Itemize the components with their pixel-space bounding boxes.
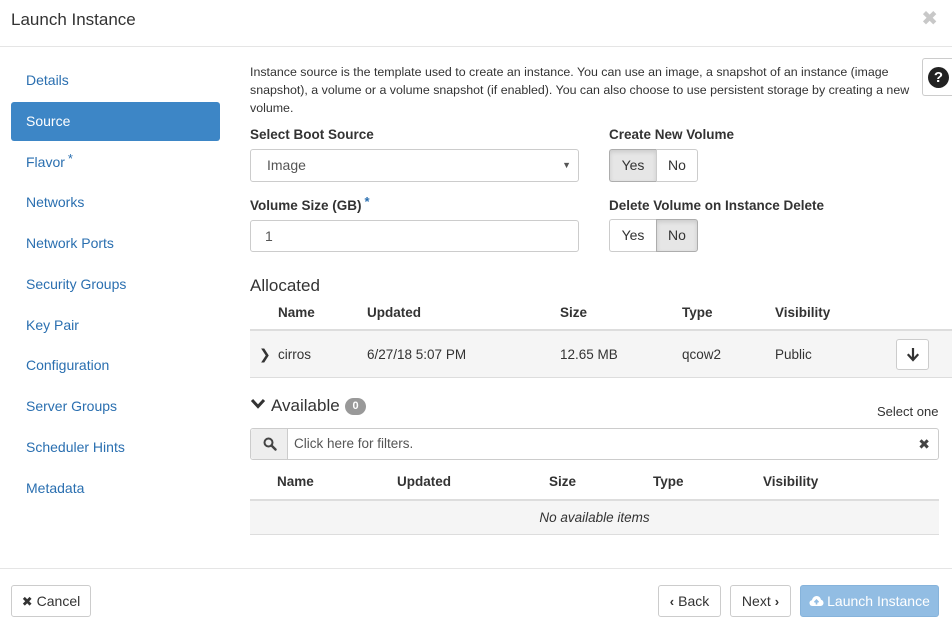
next-button[interactable]: Next ›: [730, 585, 791, 617]
allocated-col-name: Name: [278, 305, 315, 320]
caret-down-icon: ▼: [562, 160, 571, 170]
create-volume-no-button[interactable]: No: [656, 149, 698, 182]
allocated-title: Allocated: [250, 276, 320, 295]
create-volume-yes-button[interactable]: Yes: [609, 149, 656, 182]
nav-item-networks[interactable]: Networks: [11, 183, 220, 222]
footer-divider: [0, 568, 952, 569]
nav-item-network-ports[interactable]: Network Ports: [11, 224, 220, 263]
volume-size-label: Volume Size (GB) *: [250, 194, 370, 213]
available-title[interactable]: Available: [271, 396, 340, 416]
allocated-name: cirros: [278, 347, 311, 362]
help-button[interactable]: ?: [922, 58, 952, 96]
chevron-right-icon: ›: [774, 594, 780, 609]
wizard-nav: Details Source Flavor * Networks Network …: [11, 61, 220, 509]
modal-title: Launch Instance: [11, 10, 136, 29]
available-col-updated: Updated: [397, 474, 451, 489]
search-icon: [263, 437, 277, 451]
intro-text: Instance source is the template used to …: [250, 65, 910, 115]
chevron-down-icon[interactable]: [250, 397, 266, 415]
delete-volume-no-button[interactable]: No: [656, 219, 698, 252]
available-col-type: Type: [653, 474, 684, 489]
allocated-size: 12.65 MB: [560, 347, 618, 362]
delete-volume-label: Delete Volume on Instance Delete: [609, 198, 825, 213]
allocated-type: qcow2: [682, 347, 722, 362]
question-icon: ?: [928, 67, 949, 88]
allocated-visibility: Public: [775, 347, 812, 362]
nav-item-security-groups[interactable]: Security Groups: [11, 265, 220, 304]
cancel-button[interactable]: ✖ Cancel: [11, 585, 91, 617]
available-col-name: Name: [277, 474, 314, 489]
available-col-size: Size: [549, 474, 577, 489]
filter-input[interactable]: Click here for filters.: [294, 429, 413, 459]
allocated-col-type: Type: [682, 305, 713, 320]
arrow-down-svg: [906, 347, 919, 362]
volume-size-input[interactable]: 1: [250, 220, 579, 252]
allocated-col-updated: Updated: [367, 305, 421, 320]
modal-header: Launch Instance ✖: [0, 0, 952, 47]
create-volume-toggle: Yes No: [609, 149, 698, 182]
nav-item-server-groups[interactable]: Server Groups: [11, 387, 220, 426]
allocated-col-size: Size: [560, 305, 588, 320]
nav-item-scheduler-hints[interactable]: Scheduler Hints: [11, 428, 220, 467]
chevron-right-icon[interactable]: ❯: [259, 346, 271, 363]
launch-instance-button[interactable]: Launch Instance: [800, 585, 939, 617]
nav-item-flavor[interactable]: Flavor *: [11, 143, 220, 182]
nav-item-metadata[interactable]: Metadata: [11, 469, 220, 508]
chevron-left-icon: ‹: [669, 594, 675, 609]
required-marker: *: [67, 150, 73, 166]
filter-bar: Click here for filters. ✖: [250, 428, 939, 460]
arrow-down-icon[interactable]: [896, 339, 929, 370]
select-hint: Select one: [877, 404, 939, 419]
available-count-badge: 0: [345, 398, 366, 415]
cloud-upload-icon: [809, 596, 824, 606]
boot-source-select[interactable]: Image ▼: [250, 149, 579, 182]
available-col-visibility: Visibility: [763, 474, 819, 489]
boot-source-label: Select Boot Source: [250, 127, 374, 142]
required-marker: *: [364, 194, 370, 209]
allocated-updated: 6/27/18 5:07 PM: [367, 347, 467, 362]
empty-message: No available items: [250, 501, 939, 535]
allocated-col-visibility: Visibility: [775, 305, 831, 320]
close-icon[interactable]: ✖: [921, 6, 938, 31]
nav-item-configuration[interactable]: Configuration: [11, 346, 220, 385]
nav-item-key-pair[interactable]: Key Pair: [11, 306, 220, 345]
clear-icon[interactable]: ✖: [918, 429, 930, 459]
boot-source-value: Image: [267, 157, 306, 173]
delete-volume-toggle: Yes No: [609, 219, 698, 252]
create-volume-label: Create New Volume: [609, 127, 735, 142]
nav-item-details[interactable]: Details: [11, 61, 220, 100]
back-button[interactable]: ‹ Back: [658, 585, 721, 617]
close-icon: ✖: [21, 594, 33, 609]
nav-item-source[interactable]: Source: [11, 101, 220, 141]
delete-volume-yes-button[interactable]: Yes: [609, 219, 656, 252]
search-addon: [251, 429, 288, 459]
chevron-down-svg: [250, 398, 266, 409]
